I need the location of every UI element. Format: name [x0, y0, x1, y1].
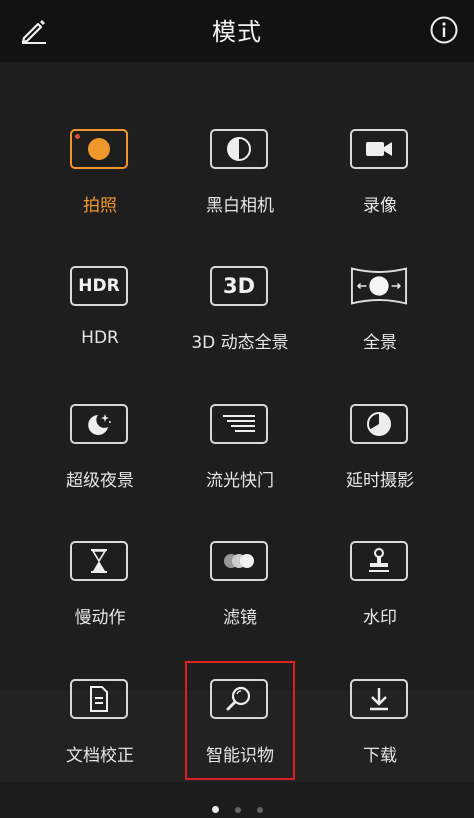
top-bar: 模式 [0, 0, 474, 63]
video-camera-icon [350, 129, 408, 169]
stamp-icon [350, 541, 408, 581]
record-dot-icon [75, 134, 80, 139]
camera-shutter-icon [70, 129, 128, 169]
mode-label: 拍照 [83, 196, 117, 216]
mode-label: 流光快门 [206, 471, 274, 491]
page-dot[interactable] [256, 806, 263, 813]
light-streak-icon [210, 404, 268, 444]
document-icon [70, 679, 128, 719]
hourglass-icon [70, 541, 128, 581]
mode-label: 3D 动态全景 [191, 333, 289, 353]
mode-label: 录像 [363, 196, 397, 216]
hdr-icon: HDR [70, 266, 128, 306]
mode-label: 水印 [363, 608, 397, 628]
mode-label: 智能识物 [206, 746, 274, 766]
half-circle-icon [210, 129, 268, 169]
panorama-icon [350, 266, 408, 306]
info-icon [430, 16, 458, 44]
page-title: 模式 [212, 18, 262, 46]
page-indicator [0, 799, 474, 813]
page-dot-active[interactable] [211, 806, 219, 813]
mode-label: 全景 [363, 333, 397, 353]
moon-stars-icon [70, 404, 128, 444]
mode-label: 慢动作 [74, 608, 126, 628]
mode-label: 下载 [363, 746, 397, 766]
download-icon [350, 679, 408, 719]
mode-label: 延时摄影 [346, 471, 414, 491]
info-button[interactable] [429, 15, 459, 45]
mode-label: 超级夜景 [66, 471, 134, 491]
mode-label: 滤镜 [223, 608, 257, 628]
page-dot[interactable] [234, 806, 241, 813]
mode-label: HDR [81, 328, 119, 348]
mode-label: 文档校正 [66, 746, 134, 766]
timelapse-icon [350, 404, 408, 444]
3d-icon: 3D [210, 266, 268, 306]
magnifier-icon [210, 679, 268, 719]
filter-circles-icon [210, 541, 268, 581]
mode-label: 黑白相机 [206, 196, 274, 216]
